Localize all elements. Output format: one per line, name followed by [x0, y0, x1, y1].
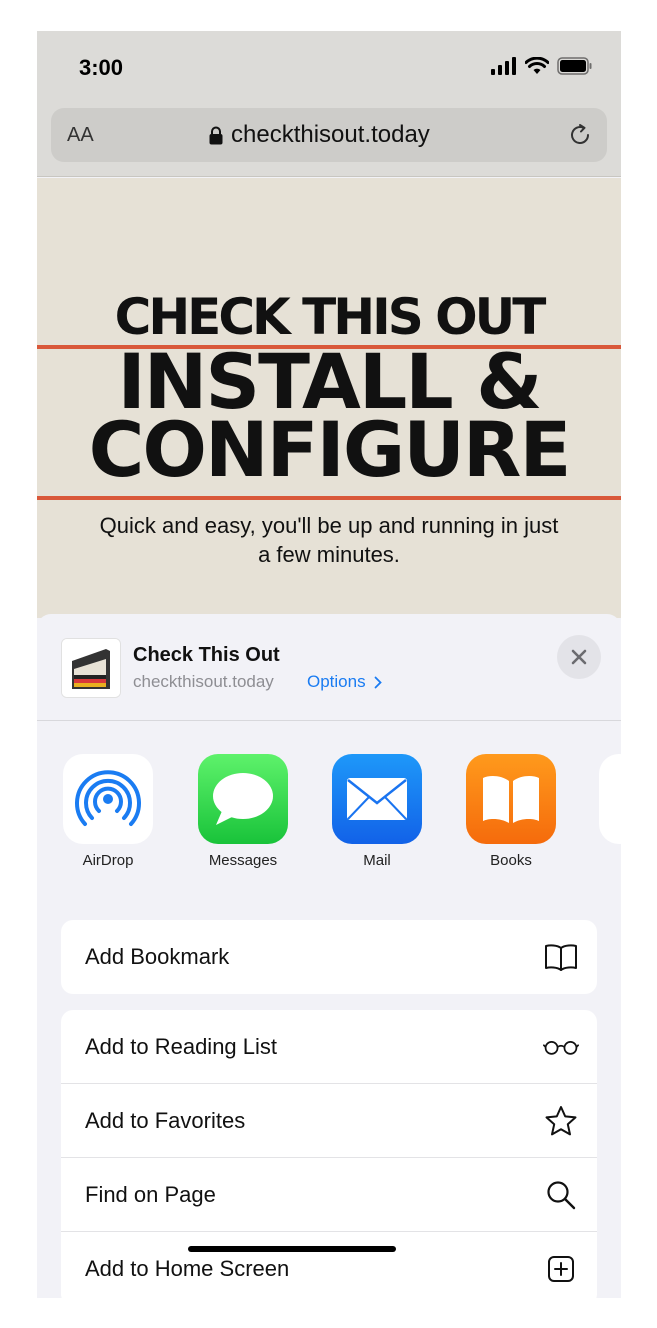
site-logo-icon: [62, 639, 120, 697]
glasses-icon: [543, 1029, 579, 1065]
close-icon: [571, 649, 587, 665]
close-button[interactable]: [557, 635, 601, 679]
url-text: checkthisout.today: [231, 121, 430, 148]
phone-screen: 3:00 AA checkthisout.today CHECK THIS OU…: [37, 31, 621, 1298]
options-label: Options: [307, 672, 366, 691]
action-find-on-page[interactable]: Find on Page: [61, 1158, 597, 1232]
signal-icon: [491, 57, 516, 75]
url-display[interactable]: checkthisout.today: [209, 121, 430, 149]
address-bar-container: AA checkthisout.today: [37, 107, 621, 177]
messages-icon: [198, 754, 288, 844]
share-apps-row: AirDrop Messages Mail Books: [37, 754, 621, 884]
action-label: Add to Reading List: [85, 1034, 278, 1059]
action-label: Find on Page: [85, 1182, 216, 1207]
app-messages[interactable]: Messages: [198, 754, 288, 869]
status-bar: 3:00: [37, 31, 621, 107]
plus-square-icon: [543, 1251, 579, 1287]
action-add-to-reading-list[interactable]: Add to Reading List: [61, 1010, 597, 1084]
home-indicator[interactable]: [188, 1246, 396, 1252]
action-label: Add to Home Screen: [85, 1256, 290, 1281]
app-label: Mail: [363, 852, 391, 869]
airdrop-icon: [63, 754, 153, 844]
address-bar[interactable]: AA checkthisout.today: [51, 108, 607, 162]
reload-icon[interactable]: [567, 122, 593, 148]
app-airdrop[interactable]: AirDrop: [63, 754, 153, 869]
action-label: Add Bookmark: [85, 944, 230, 969]
app-label: AirDrop: [82, 852, 134, 869]
star-icon: [543, 1103, 579, 1139]
app-mail[interactable]: Mail: [332, 754, 422, 869]
status-time: 3:00: [79, 55, 124, 80]
hero-headline-line2: CONFIGURE: [88, 405, 572, 494]
chevron-right-icon: [374, 676, 382, 688]
app-next-partial[interactable]: [599, 754, 621, 844]
action-add-to-home-screen[interactable]: Add to Home Screen: [61, 1232, 597, 1298]
share-title: Check This Out: [133, 644, 280, 666]
book-icon: [543, 939, 579, 975]
app-label: Books: [490, 852, 532, 869]
battery-icon: [557, 57, 592, 75]
books-icon: [466, 754, 556, 844]
hero-subtitle: Quick and easy, you'll be up and running…: [99, 513, 559, 567]
action-add-bookmark[interactable]: Add Bookmark: [61, 920, 597, 994]
site-thumbnail: [61, 638, 121, 698]
webpage-content: CHECK THIS OUT INSTALL & CONFIGURE Quick…: [37, 178, 621, 618]
options-link[interactable]: Options: [307, 672, 382, 692]
text-size-button[interactable]: AA: [67, 124, 94, 147]
share-sheet: Check This Out checkthisout.today Option…: [37, 614, 621, 1298]
actions-group-bookmark: Add Bookmark: [61, 920, 597, 994]
status-icons: [491, 57, 593, 75]
app-label: Messages: [208, 852, 278, 869]
wifi-icon: [525, 57, 549, 74]
action-add-to-favorites[interactable]: Add to Favorites: [61, 1084, 597, 1158]
action-label: Add to Favorites: [85, 1108, 246, 1133]
actions-group-main: Add to Reading List Add to Favorites Fin…: [61, 1010, 597, 1298]
mail-icon: [332, 754, 422, 844]
hero-divider-bottom: [37, 496, 621, 500]
share-sheet-header: Check This Out checkthisout.today Option…: [37, 614, 621, 721]
share-url: checkthisout.today: [133, 672, 274, 691]
search-icon: [543, 1177, 579, 1213]
hero-headline: INSTALL & CONFIGURE: [37, 344, 621, 494]
lock-icon: [209, 126, 223, 144]
app-books[interactable]: Books: [466, 754, 556, 869]
